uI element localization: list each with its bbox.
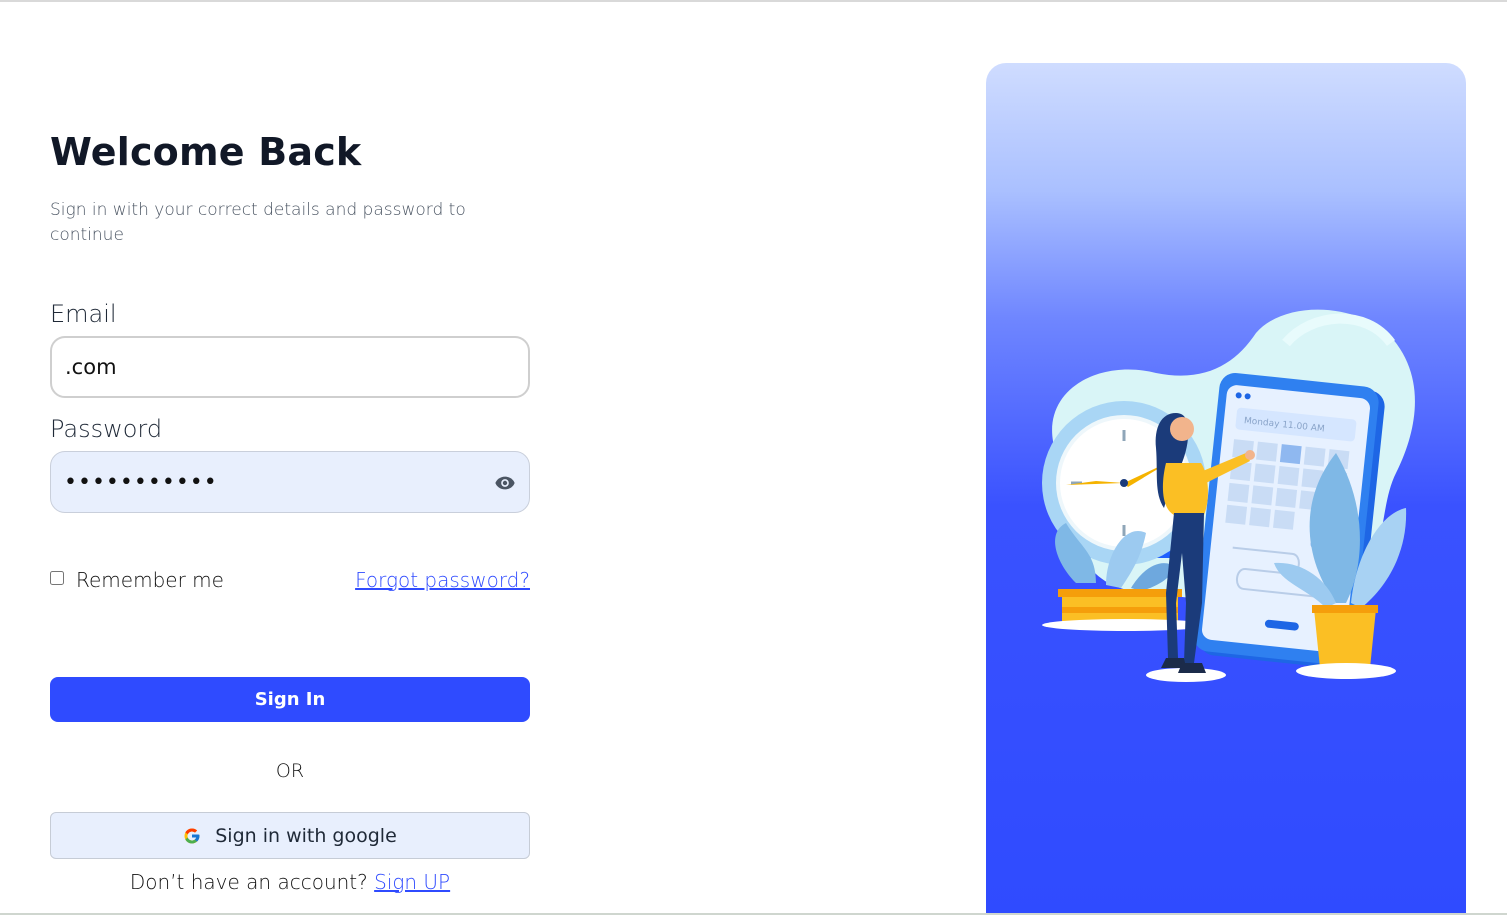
remember-label[interactable]: Remember me <box>76 568 224 592</box>
signup-link[interactable]: Sign UP <box>374 870 450 894</box>
google-signin-label: Sign in with google <box>215 824 397 847</box>
top-divider <box>0 0 1507 2</box>
remember-checkbox[interactable] <box>50 571 64 585</box>
or-divider-text: OR <box>275 760 305 782</box>
email-input[interactable] <box>52 338 465 396</box>
eye-icon[interactable] <box>493 472 517 494</box>
signup-row: Don’t have an account? Sign UP <box>50 870 530 894</box>
google-icon <box>184 828 200 843</box>
forgot-password-link[interactable]: Forgot password? <box>355 568 530 592</box>
signin-button[interactable]: Sign In <box>50 677 530 722</box>
password-input[interactable] <box>51 452 464 512</box>
calendar-illustration: Monday 11.00 AM <box>1042 309 1415 682</box>
page-title: Welcome Back <box>50 130 362 174</box>
password-label: Password <box>50 415 163 443</box>
google-signin-button[interactable]: Sign in with google <box>50 812 530 859</box>
hero-panel: Monday 11.00 AM <box>986 63 1466 915</box>
password-field-wrapper[interactable] <box>50 451 530 513</box>
signup-prompt: Don’t have an account? <box>129 870 368 894</box>
email-label: Email <box>50 300 117 328</box>
page-subtitle: Sign in with your correct details and pa… <box>50 200 466 245</box>
email-field-wrapper[interactable] <box>50 336 530 398</box>
remember-row: Remember me Forgot password? <box>50 566 530 594</box>
